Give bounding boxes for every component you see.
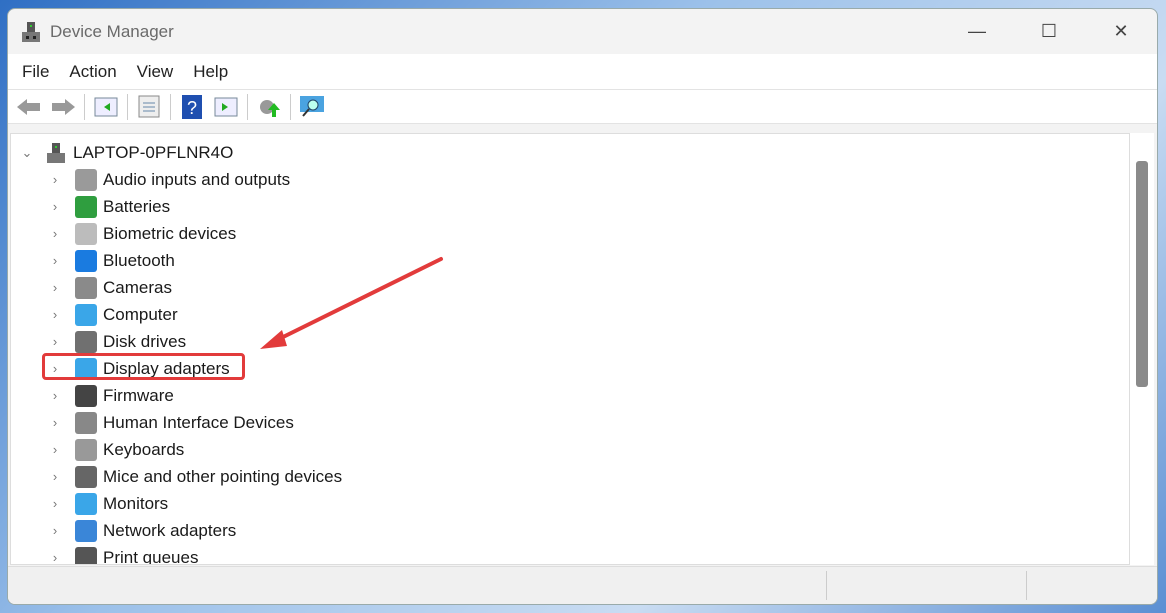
annotation-arrow	[0, 0, 1166, 613]
